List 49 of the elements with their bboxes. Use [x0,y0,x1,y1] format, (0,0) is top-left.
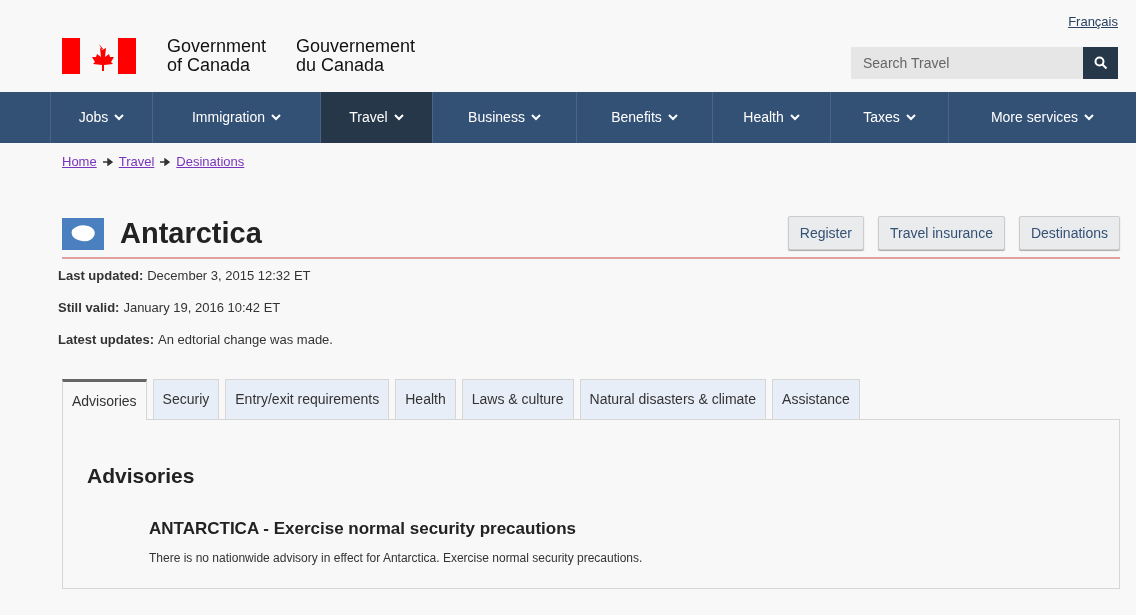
nav-menu-item[interactable]: Health [712,92,830,143]
tab[interactable]: Assistance [772,379,860,419]
brand-name: Government [167,37,267,56]
canada-flag-icon [62,38,136,74]
meta-value: January 19, 2016 10:42 ET [123,299,281,318]
tab[interactable]: Laws & culture [461,379,574,419]
language-link[interactable]: Français [1068,12,1118,30]
nav-menu-item[interactable]: Jobs [50,92,152,143]
chevron-down-icon [271,114,282,121]
action-button[interactable]: Destinations [1018,216,1120,250]
panel-heading: Advisories [87,463,196,489]
chevron-down-icon [789,114,800,121]
chevron-down-icon [1084,114,1095,121]
meta-label: Last updated: [58,267,144,286]
meta-label: Latest updates: [58,331,155,350]
meta-label: Still valid: [58,299,120,318]
search-field[interactable]: Search Travel [851,47,1083,79]
nav-menu-item[interactable]: Business [432,92,576,143]
advisory-heading: ANTARCTICA - Exercise normal security precautions [149,517,577,540]
arrow-right-icon [102,158,113,166]
nav-menu-item[interactable]: More services [948,92,1136,143]
breadcrumb-link[interactable]: Travel [118,152,155,172]
breadcrumb-link[interactable]: Desinations [176,152,245,172]
chevron-down-icon [114,114,125,121]
breadcrumb-link[interactable]: Home [62,152,97,172]
brand-name: Gouvernement [296,37,416,56]
chevron-down-icon [905,114,916,121]
page-title: Antarctica [120,216,262,252]
chevron-down-icon [667,114,678,121]
tab[interactable]: Securiy [152,379,220,419]
action-button[interactable]: Travel insurance [877,216,1005,250]
nav-menu-item[interactable]: Taxes [830,92,948,143]
tab[interactable]: Entry/exit requirements [225,379,390,419]
chevron-down-icon [393,114,404,121]
action-button[interactable]: Register [787,216,864,250]
search-icon [1093,56,1108,70]
brand-name: du Canada [296,56,386,75]
advisory-text: There is no nationwide advisory in effect for Antarctica. Exercise normal security precautions. [149,550,644,567]
nav-menu-item[interactable]: Travel [320,92,432,143]
nav-menu-item[interactable]: Benefits [576,92,712,143]
tab[interactable]: Advisories [62,379,147,420]
meta-value: December 3, 2015 12:32 ET [147,267,311,286]
tab[interactable]: Health [395,379,456,419]
chevron-down-icon [530,114,541,121]
brand-name: of Canada [167,56,252,75]
search-button[interactable] [1083,47,1118,79]
meta-value: An edtorial change was made. [158,331,333,350]
tab[interactable]: Natural disasters & climate [579,379,767,419]
arrow-right-icon [160,158,171,166]
